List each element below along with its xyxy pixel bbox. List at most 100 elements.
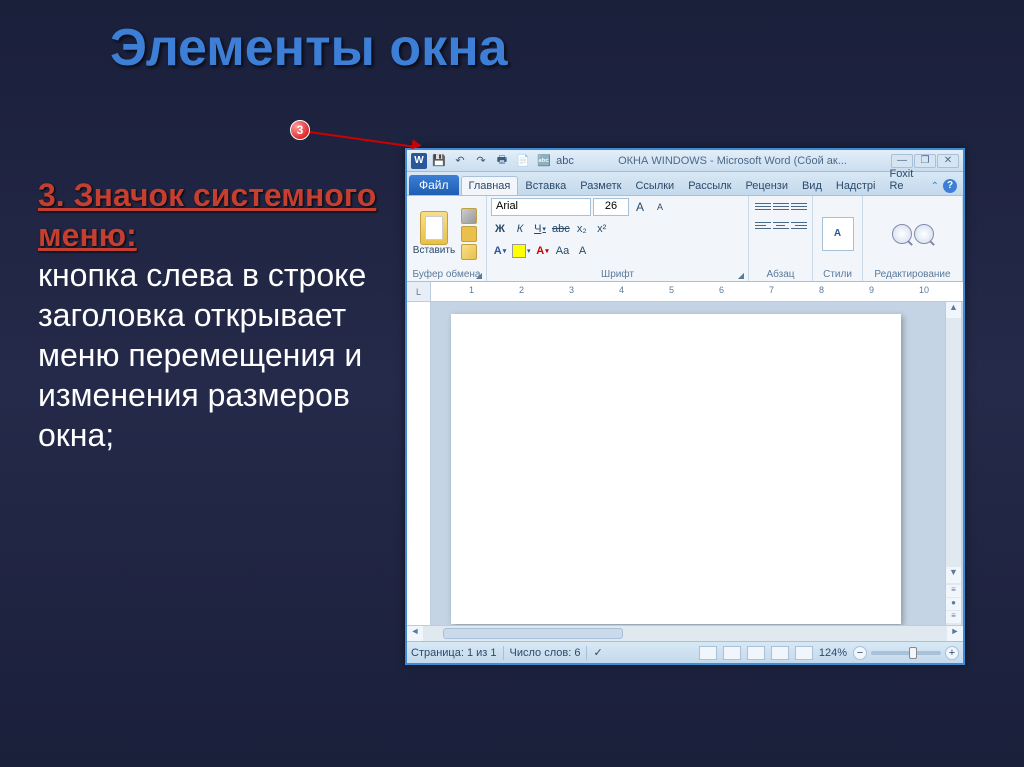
- view-web-icon[interactable]: [747, 646, 765, 660]
- zoom-in-button[interactable]: +: [945, 646, 959, 660]
- grow-font-icon[interactable]: A: [631, 198, 649, 216]
- window-title: ОКНА WINDOWS - Microsoft Word (Сбой ак..…: [577, 155, 888, 167]
- font-launcher-icon[interactable]: ◢: [738, 271, 744, 280]
- qat-spell-icon[interactable]: 🔤: [535, 153, 553, 169]
- italic-button[interactable]: К: [511, 220, 529, 238]
- multilevel-icon[interactable]: [791, 198, 807, 214]
- qat-print-icon[interactable]: 🖶: [493, 153, 511, 169]
- qat-redo-icon[interactable]: ↷: [472, 153, 490, 169]
- strike-button[interactable]: abc: [551, 220, 571, 238]
- editing-label: Редактирование: [867, 269, 958, 281]
- hscroll-track[interactable]: [423, 626, 947, 641]
- tab-view[interactable]: Вид: [795, 177, 829, 195]
- ribbon-minimize-icon[interactable]: ⌃: [931, 181, 939, 192]
- find-button[interactable]: [890, 203, 936, 265]
- view-draft-icon[interactable]: [795, 646, 813, 660]
- group-font: Arial 26 A A Ж К Ч▾ abc x₂ x² A▾ ▾ A▾: [487, 196, 749, 281]
- tab-references[interactable]: Ссылки: [628, 177, 681, 195]
- status-word-count[interactable]: Число слов: 6: [510, 647, 581, 659]
- bold-button[interactable]: Ж: [491, 220, 509, 238]
- copy-icon[interactable]: [461, 226, 477, 242]
- ruler-tick: 4: [619, 285, 624, 295]
- ruler-corner[interactable]: L: [407, 282, 431, 301]
- scroll-up-icon[interactable]: ▲: [946, 302, 961, 318]
- clear-format-icon[interactable]: A: [574, 242, 592, 260]
- underline-button[interactable]: Ч▾: [531, 220, 549, 238]
- close-button[interactable]: ✕: [937, 154, 959, 168]
- slide-title: Элементы окна: [110, 18, 508, 78]
- zoom-out-button[interactable]: −: [853, 646, 867, 660]
- styles-button[interactable]: A: [817, 203, 858, 265]
- superscript-button[interactable]: x²: [593, 220, 611, 238]
- ruler-tick: 1: [469, 285, 474, 295]
- callout-arrow-head: [411, 139, 422, 150]
- ribbon: Вставить Буфер обмена ◢ Arial 26 A: [407, 196, 963, 282]
- text-effect-icon[interactable]: A▾: [491, 242, 509, 260]
- scroll-right-icon[interactable]: ►: [947, 626, 963, 641]
- tab-home[interactable]: Главная: [461, 176, 519, 195]
- next-page-icon[interactable]: ≡: [946, 611, 961, 623]
- font-name-select[interactable]: Arial: [491, 198, 591, 216]
- zoom-slider[interactable]: [871, 651, 941, 655]
- find-icon: [892, 224, 912, 244]
- font-color-icon[interactable]: A▾: [534, 242, 552, 260]
- scroll-left-icon[interactable]: ◄: [407, 626, 423, 641]
- view-print-layout-icon[interactable]: [699, 646, 717, 660]
- select-browse-icon[interactable]: ●: [946, 598, 961, 610]
- divider: [503, 646, 504, 660]
- document-area: ▲ ▼ ≡ ● ≡: [407, 302, 963, 625]
- slide-subheading: 3. Значок системного меню:: [38, 177, 376, 253]
- tab-mailings[interactable]: Рассылк: [681, 177, 738, 195]
- clipboard-launcher-icon[interactable]: ◢: [476, 271, 482, 280]
- tab-foxit[interactable]: Foxit Re: [882, 165, 926, 195]
- group-clipboard: Вставить Буфер обмена ◢: [407, 196, 487, 281]
- scroll-thumb[interactable]: [946, 318, 961, 567]
- font-size-select[interactable]: 26: [593, 198, 629, 216]
- status-page[interactable]: Страница: 1 из 1: [411, 647, 497, 659]
- bullets-icon[interactable]: [755, 198, 771, 214]
- shrink-font-icon[interactable]: A: [651, 198, 669, 216]
- ruler-scale[interactable]: 1 2 3 4 5 6 7 8 9 10: [431, 282, 963, 301]
- paste-label: Вставить: [413, 245, 455, 256]
- document-page[interactable]: [451, 314, 901, 624]
- align-center-icon[interactable]: [773, 217, 789, 233]
- tab-layout[interactable]: Разметк: [573, 177, 628, 195]
- prev-page-icon[interactable]: ≡: [946, 585, 961, 597]
- styles-icon: A: [822, 217, 854, 251]
- divider: [586, 646, 587, 660]
- hscroll-thumb[interactable]: [443, 628, 623, 639]
- ruler-tick: 7: [769, 285, 774, 295]
- subscript-button[interactable]: x₂: [573, 220, 591, 238]
- align-left-icon[interactable]: [755, 217, 771, 233]
- styles-label: Стили: [817, 269, 858, 281]
- tab-review[interactable]: Рецензи: [738, 177, 795, 195]
- page-container: ▲ ▼ ≡ ● ≡: [431, 302, 963, 625]
- status-zoom-value[interactable]: 124%: [819, 647, 847, 659]
- vertical-ruler[interactable]: [407, 302, 431, 625]
- vertical-scrollbar[interactable]: ▲ ▼ ≡ ● ≡: [945, 302, 961, 625]
- qat-save-icon[interactable]: 💾: [430, 153, 448, 169]
- view-outline-icon[interactable]: [771, 646, 789, 660]
- tab-insert[interactable]: Вставка: [518, 177, 573, 195]
- tab-addins[interactable]: Надстрі: [829, 177, 883, 195]
- file-tab[interactable]: Файл: [409, 175, 459, 195]
- view-fullscreen-icon[interactable]: [723, 646, 741, 660]
- system-menu-icon[interactable]: W: [411, 153, 427, 169]
- qat-undo-icon[interactable]: ↶: [451, 153, 469, 169]
- group-editing: Редактирование: [863, 196, 963, 281]
- qat-new-icon[interactable]: 📄: [514, 153, 532, 169]
- numbering-icon[interactable]: [773, 198, 789, 214]
- scroll-down-icon[interactable]: ▼: [946, 567, 961, 583]
- change-case-icon[interactable]: Aa: [554, 242, 572, 260]
- cut-icon[interactable]: [461, 208, 477, 224]
- ruler-tick: 3: [569, 285, 574, 295]
- horizontal-scrollbar[interactable]: ◄ ►: [407, 625, 963, 641]
- qat-more-icon[interactable]: abc: [556, 153, 574, 169]
- align-right-icon[interactable]: [791, 217, 807, 233]
- format-painter-icon[interactable]: [461, 244, 477, 260]
- paste-button[interactable]: Вставить: [411, 203, 457, 265]
- zoom-slider-thumb[interactable]: [909, 647, 917, 659]
- status-proofing-icon[interactable]: ✓: [593, 646, 602, 659]
- highlight-icon[interactable]: ▾: [511, 242, 532, 260]
- help-icon[interactable]: ?: [943, 179, 957, 193]
